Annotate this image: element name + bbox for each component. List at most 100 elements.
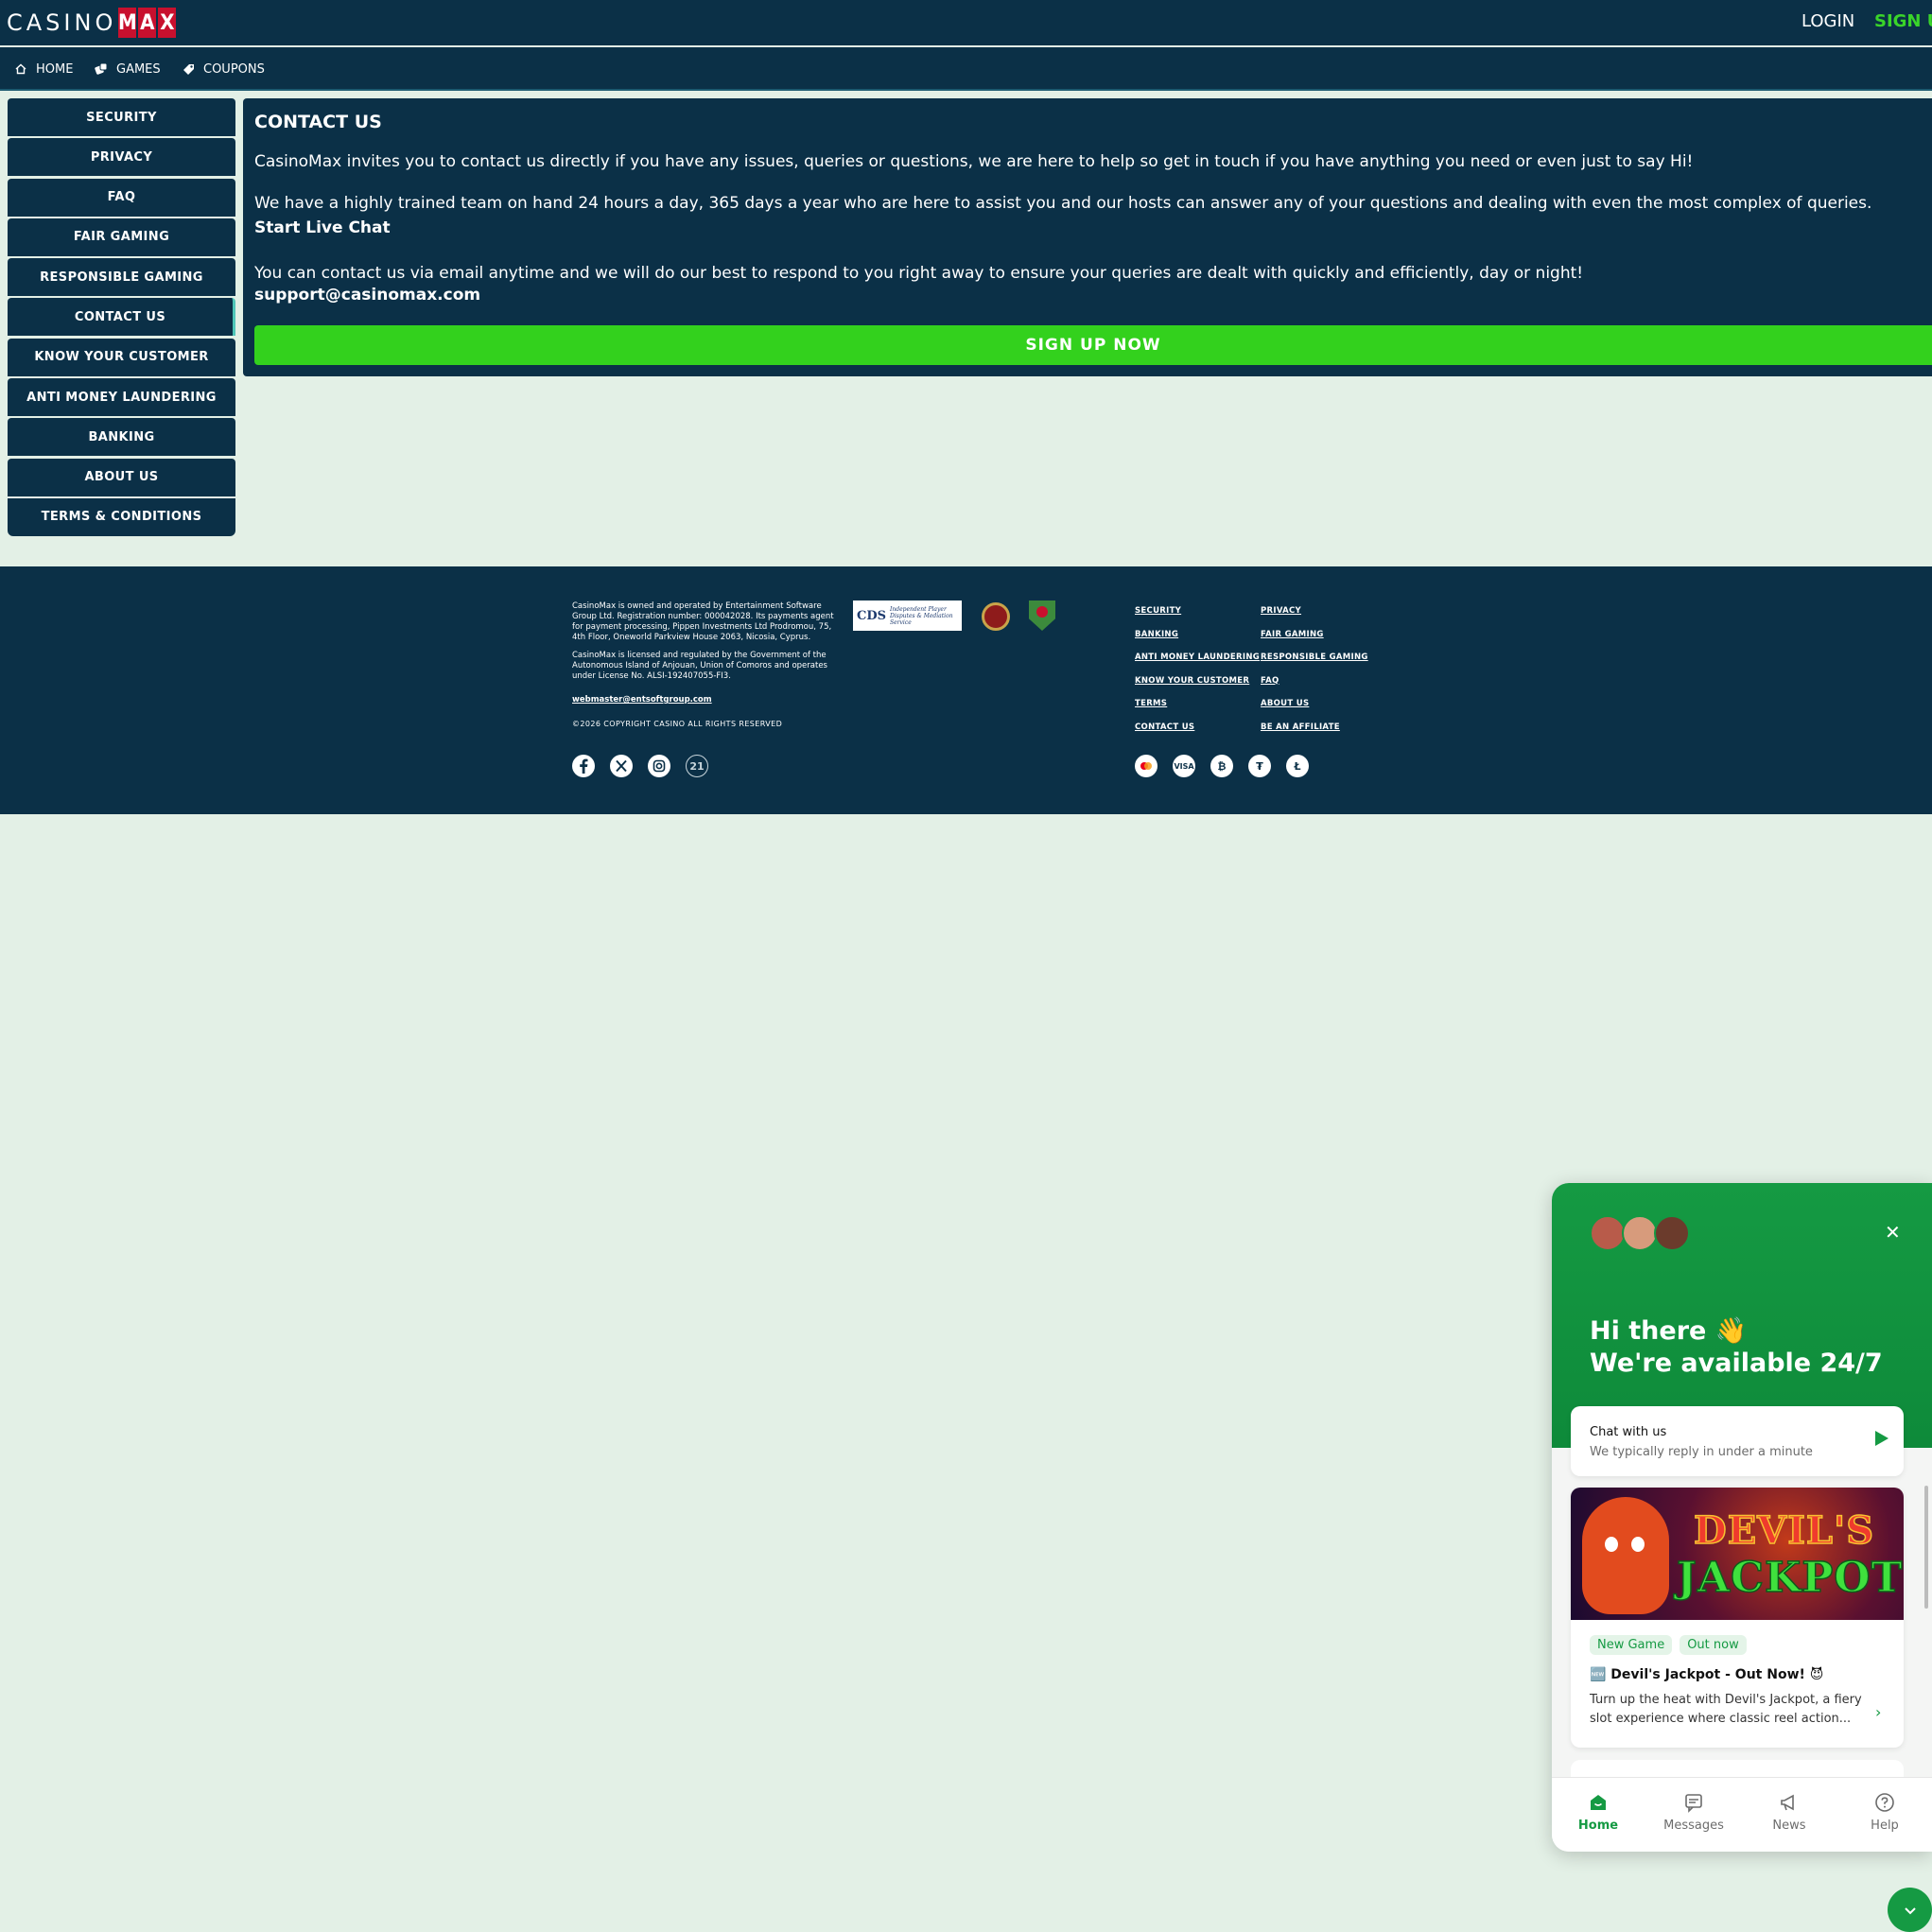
footer-link-anti-money-laundering[interactable]: ANTI MONEY LAUNDERING [1135,653,1261,665]
logo-max-letter: A [138,8,157,38]
footer-link-fair-gaming[interactable]: FAIR GAMING [1261,630,1384,642]
info-sidebar: SECURITY PRIVACY FAQ FAIR GAMING RESPONS… [8,98,235,538]
greeting-line-1: Hi there 👋 [1590,1316,1748,1346]
casinomax-logo[interactable]: CASINO M A X [7,8,178,38]
signup-link[interactable]: SIGN UP [1874,11,1932,31]
footer-legal-text: CasinoMax is owned and operated by Enter… [572,601,842,737]
nav-games-label: GAMES [116,61,161,77]
footer-link-know-your-customer[interactable]: KNOW YOUR CUSTOMER [1135,676,1261,688]
sidebar-item-anti-money-laundering[interactable]: ANTI MONEY LAUNDERING [8,378,235,417]
close-icon[interactable]: ✕ [1885,1221,1901,1244]
footer-link-about-us[interactable]: ABOUT US [1261,699,1384,711]
support-email-link[interactable]: support@casinomax.com [254,286,1921,305]
footer-link-responsible-gaming[interactable]: RESPONSIBLE GAMING [1261,653,1384,665]
tab-help[interactable]: Help [1847,1792,1923,1833]
start-live-chat-link[interactable]: Start Live Chat [254,216,1921,240]
sidebar-item-terms-conditions[interactable]: TERMS & CONDITIONS [8,497,235,536]
license-seal-icon[interactable] [982,602,1010,631]
sidebar-item-privacy[interactable]: PRIVACY [8,138,235,177]
footer-link-faq[interactable]: FAQ [1261,676,1384,688]
sidebar-item-about-us[interactable]: ABOUT US [8,458,235,496]
avatar [1622,1215,1658,1251]
footer-link-security[interactable]: SECURITY [1135,606,1261,618]
intro-paragraph: CasinoMax invites you to contact us dire… [254,152,1694,171]
news-title: 🆕 Devil's Jackpot - Out Now! 😈 [1590,1667,1824,1682]
instagram-icon[interactable] [648,755,670,777]
sidebar-item-know-your-customer[interactable]: KNOW YOUR CUSTOMER [8,338,235,376]
nav-coupons-label: COUPONS [203,61,265,77]
news-tags: New Game Out now [1590,1635,1747,1655]
logo-max-letter: M [118,8,137,38]
send-arrow-icon [1875,1431,1888,1446]
bitcoin-icon: ₿ [1210,755,1233,777]
visa-icon: VISA [1173,755,1195,777]
banner-title-line-1: DEVIL'S [1693,1507,1875,1554]
chevron-down-icon [1904,1906,1916,1914]
copyright-text: ©2026 COPYRIGHT CASINO ALL RIGHTS RESERV… [572,720,783,728]
home-icon [1588,1792,1609,1813]
sidebar-item-security[interactable]: SECURITY [8,98,235,136]
sidebar-item-contact-us[interactable]: CONTACT US [8,298,235,337]
payment-methods: VISA ₿ ₮ Ł [1135,755,1309,777]
sidebar-item-fair-gaming[interactable]: FAIR GAMING [8,218,235,256]
tab-messages[interactable]: Messages [1656,1792,1732,1833]
sidebar-item-banking[interactable]: BANKING [8,418,235,457]
top-header: CASINO M A X LOGIN SIGN UP [0,0,1932,45]
news-card[interactable]: DEVIL'S JACKPOT New Game Out now 🆕 Devil… [1571,1488,1904,1748]
footer-link-banking[interactable]: BANKING [1135,630,1261,642]
tab-news[interactable]: News [1751,1792,1827,1833]
team-paragraph: We have a highly trained team on hand 24… [254,194,1872,213]
sidebar-item-responsible-gaming[interactable]: RESPONSIBLE GAMING [8,258,235,297]
nav-coupons[interactable]: COUPONS [181,61,265,77]
tab-help-label: Help [1871,1819,1899,1833]
footer-link-terms[interactable]: TERMS [1135,699,1261,711]
facebook-icon[interactable] [572,755,595,777]
greeting-line-2: We're available 24/7 [1590,1349,1883,1378]
widget-greeting: Hi there 👋 We're available 24/7 [1590,1315,1883,1380]
messages-icon [1683,1792,1704,1813]
footer-link-be-an-affiliate[interactable]: BE AN AFFILIATE [1261,722,1384,735]
litecoin-icon: Ł [1286,755,1309,777]
age-label: 21 [689,759,705,773]
email-paragraph: You can contact us via email anytime and… [254,264,1584,283]
age-21-icon: 21 [686,755,708,777]
chat-card-title: Chat with us [1590,1425,1667,1439]
webmaster-email-link[interactable]: webmaster@entsoftgroup.com [572,695,712,705]
chat-launcher-button[interactable] [1888,1888,1932,1932]
footer-links: SECURITY PRIVACY BANKING FAIR GAMING ANT… [1135,606,1384,734]
chat-with-us-card[interactable]: Chat with us We typically reply in under… [1571,1406,1904,1476]
widget-tab-bar: Home Messages News Help [1552,1777,1932,1852]
cds-mediation-logo[interactable]: CDS Independent Player Disputes & Mediat… [853,600,962,631]
devil-character-illustration [1582,1497,1669,1614]
nav-games[interactable]: GAMES [94,61,161,77]
tab-news-label: News [1772,1819,1806,1833]
megaphone-icon [1779,1792,1800,1813]
agent-avatars [1590,1215,1690,1251]
cds-logo-text: CDS [857,608,887,623]
login-link[interactable]: LOGIN [1801,11,1854,31]
tether-icon: ₮ [1248,755,1271,777]
news-body: Turn up the heat with Devil's Jackpot, a… [1590,1693,1862,1726]
page-title: CONTACT US [254,112,382,132]
sign-up-now-button[interactable]: SIGN UP NOW [254,325,1932,365]
support-chat-widget: ✕ Hi there 👋 We're available 24/7 Chat w… [1552,1183,1932,1852]
nav-home[interactable]: HOME [13,61,73,77]
ticket-icon [181,61,196,77]
footer-link-privacy[interactable]: PRIVACY [1261,606,1384,618]
sub-navigation: HOME GAMES COUPONS [0,47,1932,91]
owner-text: CasinoMax is owned and operated by Enter… [572,601,834,642]
visa-label: VISA [1174,761,1194,771]
license-text: CasinoMax is licensed and regulated by t… [572,651,827,681]
sidebar-item-faq[interactable]: FAQ [8,178,235,217]
avatar [1590,1215,1626,1251]
banner-title-line-2: JACKPOT [1676,1553,1904,1603]
verified-shield-icon[interactable] [1029,600,1055,631]
tab-home[interactable]: Home [1560,1792,1636,1833]
widget-scrollbar[interactable] [1924,1486,1928,1609]
devils-jackpot-banner: DEVIL'S JACKPOT [1571,1488,1904,1620]
footer: CasinoMax is owned and operated by Enter… [0,566,1932,814]
chat-card-subtitle: We typically reply in under a minute [1590,1445,1813,1459]
x-icon[interactable] [610,755,633,777]
footer-link-contact-us[interactable]: CONTACT US [1135,722,1261,735]
cds-logo-caption: Independent Player Disputes & Mediation … [890,605,953,626]
